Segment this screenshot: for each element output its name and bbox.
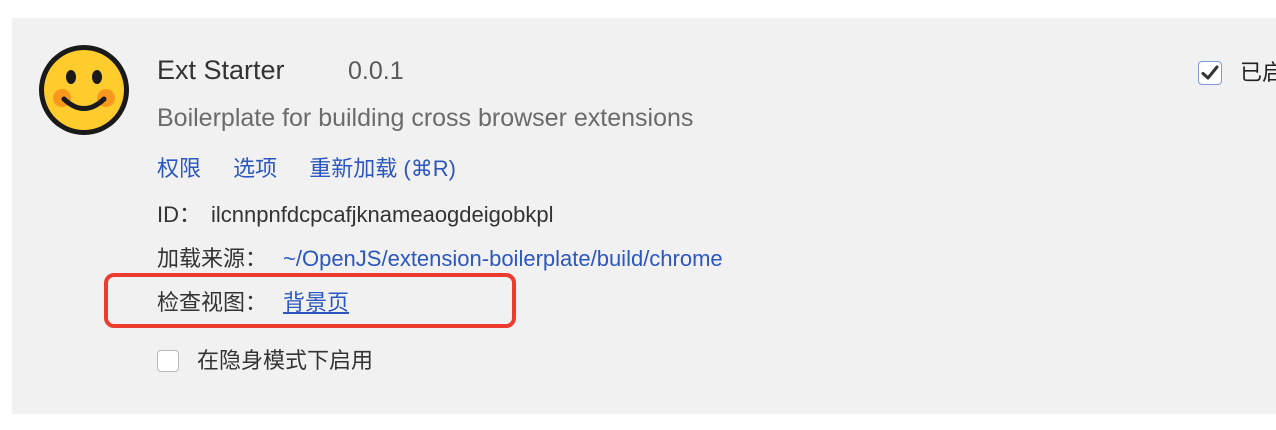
extension-description: Boilerplate for building cross browser e… xyxy=(157,104,694,132)
enabled-option[interactable]: 已启 xyxy=(1198,58,1276,88)
source-label: 加载来源： xyxy=(157,246,268,271)
inspect-views-row: 检查视图： 背景页 xyxy=(157,287,349,319)
incognito-label: 在隐身模式下启用 xyxy=(197,348,374,373)
enabled-label: 已启 xyxy=(1240,60,1276,85)
id-value: ilcnnpnfdcpcafjknameaogdeigobkpl xyxy=(211,202,554,227)
enabled-checkbox[interactable] xyxy=(1198,61,1222,85)
extension-id-row: ID： ilcnnpnfdcpcafjknameaogdeigobkpl xyxy=(157,199,553,231)
checkmark-icon xyxy=(1201,65,1219,80)
extension-actions: 权限 选项 重新加载 (⌘R) xyxy=(157,152,482,186)
options-link[interactable]: 选项 xyxy=(233,156,277,181)
source-path-link[interactable]: ~/OpenJS/extension-boilerplate/build/chr… xyxy=(283,246,723,271)
load-source-row: 加载来源： ~/OpenJS/extension-boilerplate/buil… xyxy=(157,243,723,275)
incognito-option[interactable]: 在隐身模式下启用 xyxy=(157,345,373,377)
background-page-link[interactable]: 背景页 xyxy=(283,290,349,315)
reload-link[interactable]: 重新加载 (⌘R) xyxy=(309,156,456,181)
extension-version: 0.0.1 xyxy=(348,57,404,85)
smiley-face-icon xyxy=(39,45,129,135)
incognito-checkbox[interactable] xyxy=(157,350,179,372)
inspect-label: 检查视图： xyxy=(157,290,268,315)
permissions-link[interactable]: 权限 xyxy=(157,156,201,181)
id-label: ID： xyxy=(157,202,202,227)
extension-name: Ext Starter xyxy=(157,55,285,85)
extension-icon xyxy=(36,42,132,138)
